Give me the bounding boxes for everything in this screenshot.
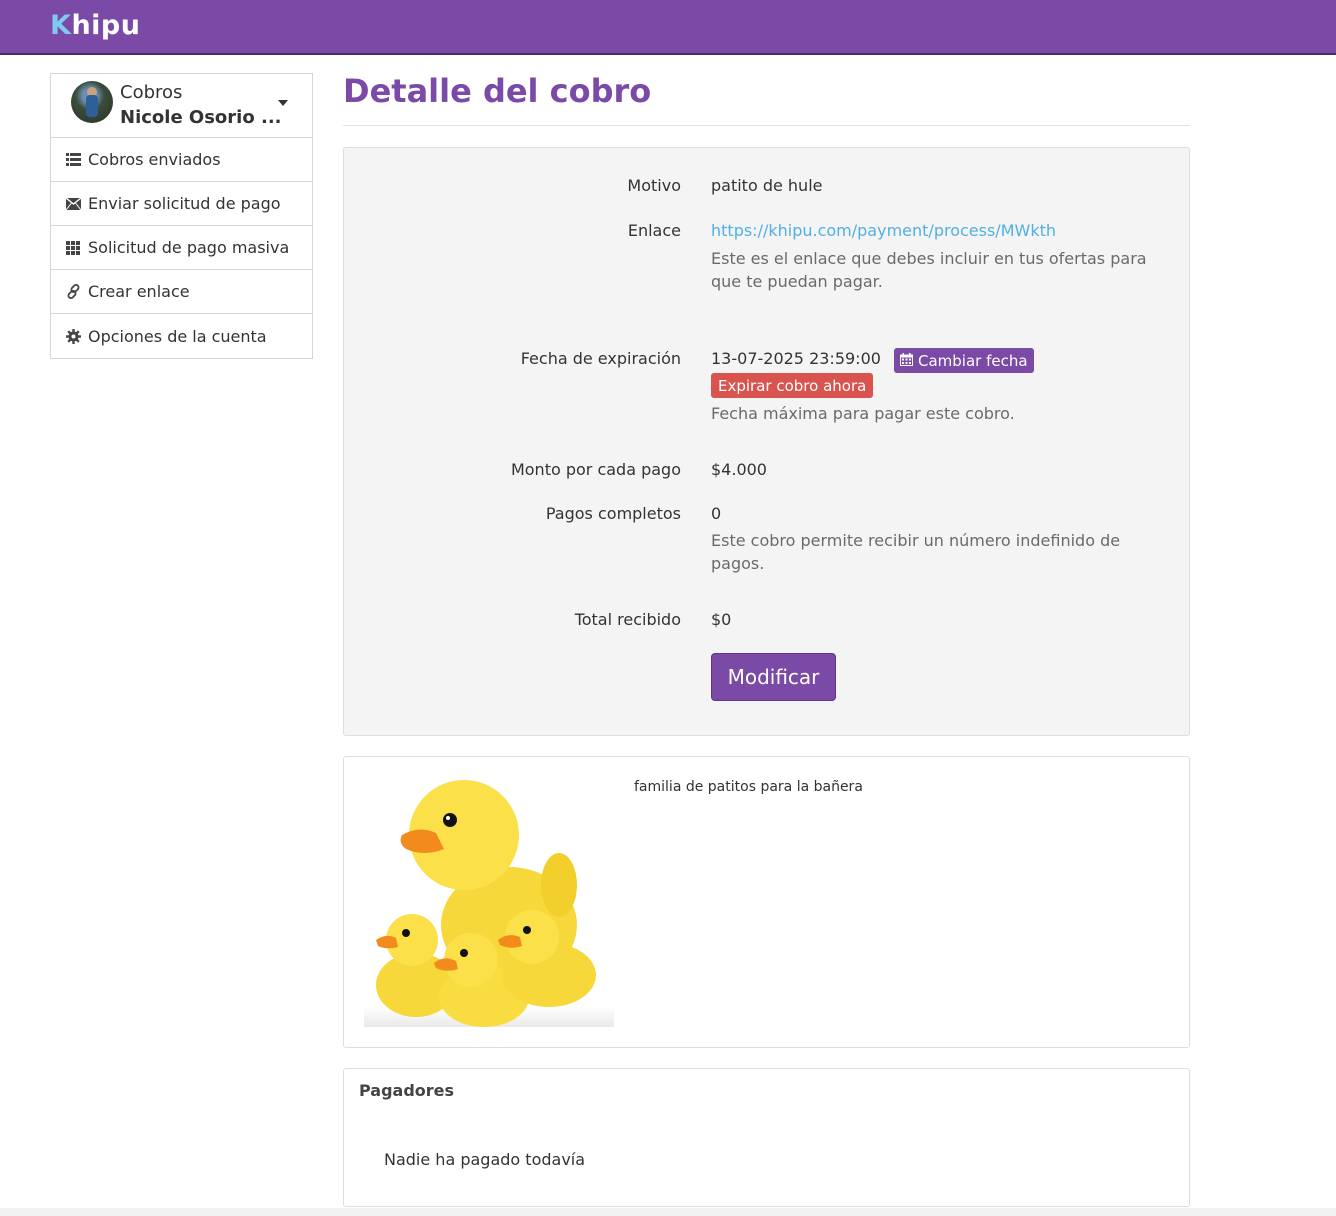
- sidebar-item-crear-enlace[interactable]: Crear enlace: [51, 270, 312, 314]
- motivo-label: Motivo: [627, 176, 681, 195]
- envelope-icon: [66, 197, 88, 210]
- enlace-label: Enlace: [627, 221, 681, 240]
- sidebar-item-label: Solicitud de pago masiva: [88, 238, 290, 257]
- page-title: Detalle del cobro: [343, 72, 652, 110]
- sidebar-item-label: Crear enlace: [88, 282, 190, 301]
- top-navbar: Khipu: [0, 0, 1336, 55]
- footer-strip: [0, 1208, 1336, 1216]
- sidebar-item-opciones-cuenta[interactable]: Opciones de la cuenta: [51, 314, 312, 358]
- enlace-help-text: Este es el enlace que debes incluir en t…: [711, 249, 1147, 291]
- payers-empty-message: Nadie ha pagado todavía: [384, 1150, 586, 1169]
- calendar-icon: [900, 352, 913, 370]
- list-icon: [66, 153, 88, 166]
- sidebar-item-label: Cobros enviados: [88, 150, 221, 169]
- pagos-help-text: Este cobro permite recibir un número ind…: [711, 531, 1121, 573]
- monto-value: $4.000: [711, 460, 767, 479]
- account-user-name: Nicole Osorio ...: [120, 107, 282, 128]
- avatar: [71, 81, 113, 123]
- sidebar: Cobros Nicole Osorio ... Cobros enviados…: [50, 73, 313, 359]
- sidebar-item-solicitud-masiva[interactable]: Solicitud de pago masiva: [51, 226, 312, 270]
- account-section-title: Cobros: [120, 82, 183, 103]
- product-image-panel: familia de patitos para la bañera: [343, 756, 1190, 1048]
- pagos-completos-label: Pagos completos: [545, 504, 681, 523]
- fecha-expiracion-value: 13-07-2025 23:59:00: [711, 349, 881, 368]
- monto-label: Monto por cada pago: [510, 460, 681, 479]
- cambiar-fecha-label: Cambiar fecha: [918, 351, 1028, 370]
- charge-details-panel: Motivo patito de hule Enlace https://khi…: [343, 147, 1190, 736]
- link-icon: [66, 284, 88, 299]
- cambiar-fecha-button[interactable]: Cambiar fecha: [894, 348, 1034, 373]
- expirar-cobro-button[interactable]: Expirar cobro ahora: [711, 373, 874, 398]
- gear-icon: [66, 328, 88, 344]
- account-switcher[interactable]: Cobros Nicole Osorio ...: [51, 74, 312, 138]
- motivo-value: patito de hule: [711, 176, 823, 195]
- grid-icon: [66, 240, 88, 255]
- fecha-expiracion-label: Fecha de expiración: [520, 349, 681, 368]
- payment-link[interactable]: https://khipu.com/payment/process/MWkth: [711, 221, 1056, 240]
- fecha-help-text: Fecha máxima para pagar este cobro.: [711, 404, 1015, 423]
- pagos-completos-value: 0: [711, 504, 722, 523]
- sidebar-item-enviar-solicitud[interactable]: Enviar solicitud de pago: [51, 182, 312, 226]
- total-recibido-value: $0: [711, 610, 732, 629]
- sidebar-item-label: Enviar solicitud de pago: [88, 194, 281, 213]
- payers-panel: Pagadores Nadie ha pagado todavía: [343, 1068, 1190, 1207]
- khipu-logo[interactable]: Khipu: [50, 10, 140, 41]
- modificar-button[interactable]: Modificar: [711, 653, 836, 701]
- image-caption: familia de patitos para la bañera: [634, 779, 863, 795]
- rubber-ducks-image: [364, 775, 614, 1027]
- sidebar-item-label: Opciones de la cuenta: [88, 326, 267, 346]
- sidebar-item-cobros-enviados[interactable]: Cobros enviados: [51, 138, 312, 182]
- chevron-down-icon[interactable]: [278, 100, 288, 106]
- divider: [343, 125, 1190, 126]
- total-recibido-label: Total recibido: [574, 610, 681, 629]
- payers-title: Pagadores: [359, 1081, 455, 1100]
